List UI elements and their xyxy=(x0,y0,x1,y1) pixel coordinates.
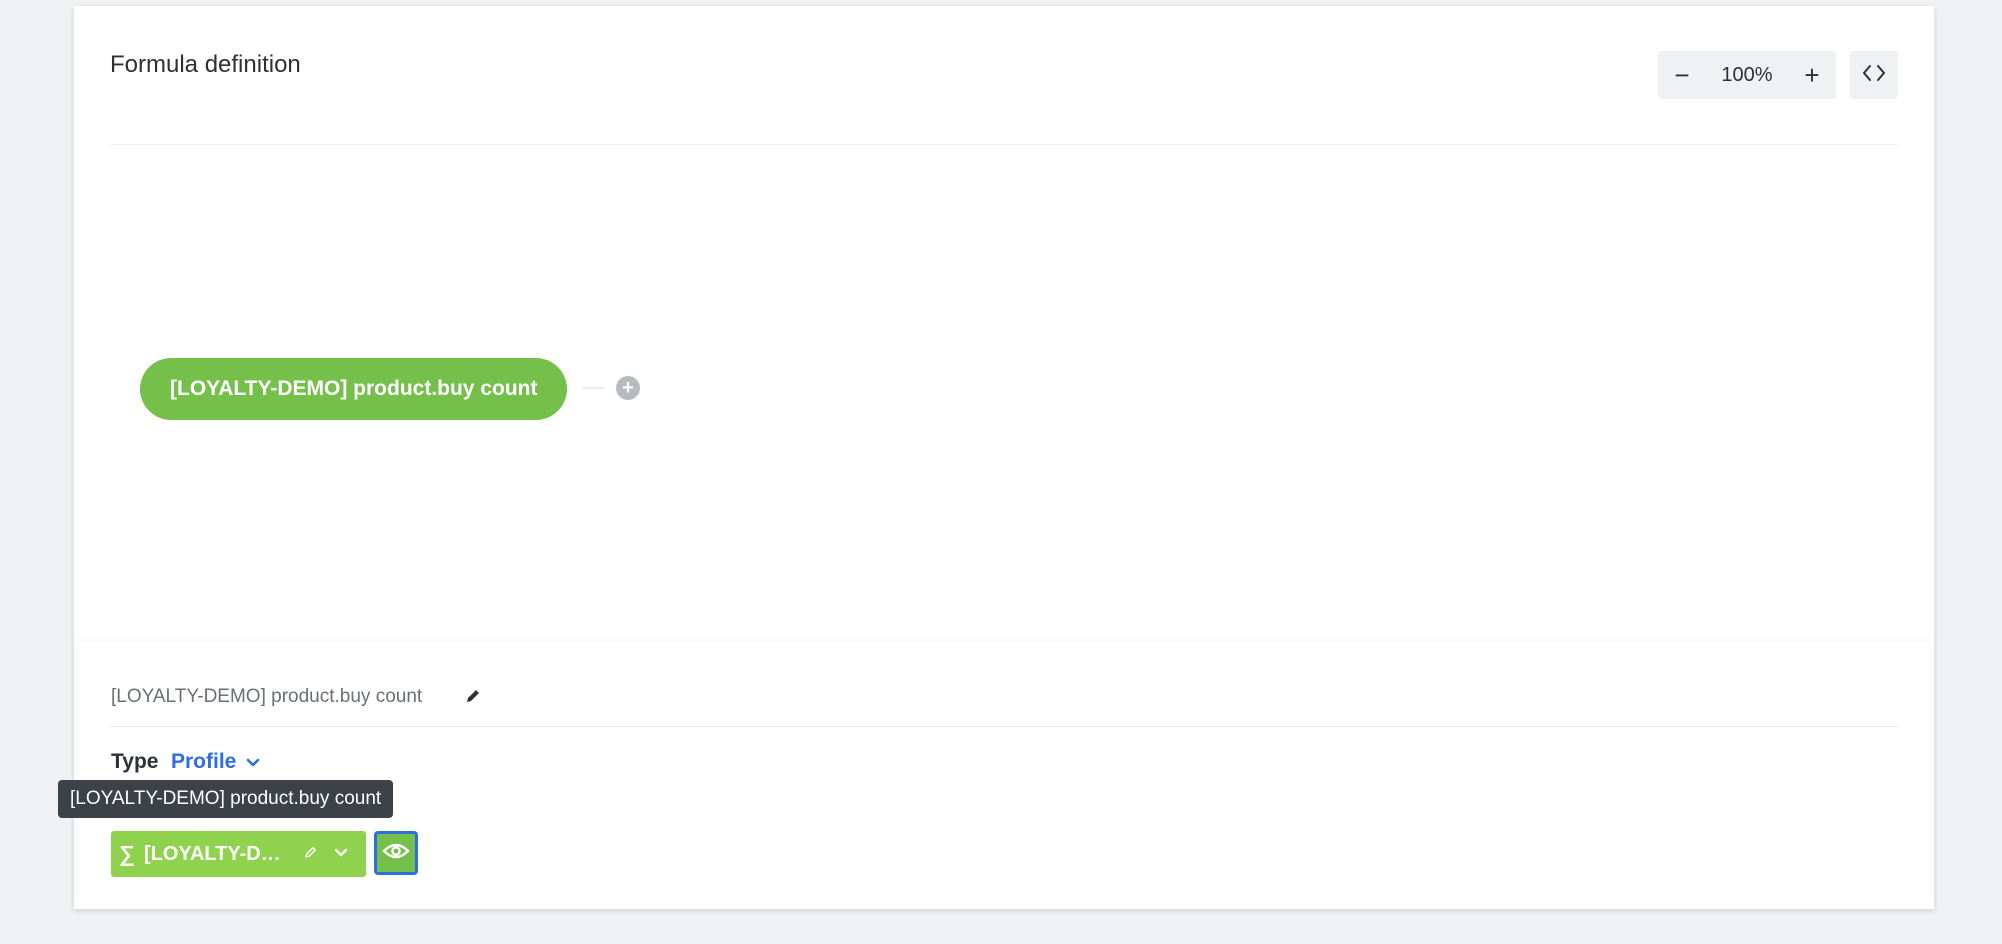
formula-element-chip: ∑ [LOYALTY-DEMO] product.buy count xyxy=(111,831,366,877)
node-connector xyxy=(582,387,604,389)
pencil-icon xyxy=(303,844,319,865)
eye-icon xyxy=(382,841,410,866)
zoom-out-button[interactable]: − xyxy=(1658,51,1706,99)
chip-tooltip: [LOYALTY-DEMO] product.buy count xyxy=(58,780,394,818)
zoom-level: 100% xyxy=(1721,63,1773,86)
zoom-controls: − 100% + xyxy=(1658,51,1836,99)
chip-label[interactable]: [LOYALTY-DEMO] product.buy count xyxy=(144,843,286,866)
preview-button[interactable] xyxy=(374,831,418,875)
chevron-down-icon xyxy=(334,845,348,863)
page-title: Formula definition xyxy=(110,51,301,78)
formula-node[interactable]: [LOYALTY-DEMO] product.buy count xyxy=(140,358,568,420)
edit-name-button[interactable] xyxy=(462,685,484,707)
zoom-in-button[interactable]: + xyxy=(1788,51,1836,99)
formula-details-panel: [LOYALTY-DEMO] product.buy count Type Pr… xyxy=(58,642,1934,909)
type-dropdown[interactable]: Profile xyxy=(171,750,260,774)
formula-name: [LOYALTY-DEMO] product.buy count xyxy=(111,686,423,707)
chevron-down-icon xyxy=(246,750,260,774)
sigma-icon: ∑ xyxy=(119,841,135,866)
chip-edit-button[interactable] xyxy=(296,831,326,877)
formula-card: Formula definition − 100% + [LOYALTY-DEM… xyxy=(58,6,1934,909)
code-view-button[interactable] xyxy=(1850,51,1898,99)
chip-dropdown-button[interactable] xyxy=(326,831,356,877)
pencil-icon xyxy=(462,690,484,711)
code-brackets-icon xyxy=(1861,63,1887,88)
type-label: Type xyxy=(111,750,159,773)
type-value: Profile xyxy=(171,750,237,773)
add-node-button[interactable]: + xyxy=(616,376,640,400)
details-divider xyxy=(110,726,1898,727)
